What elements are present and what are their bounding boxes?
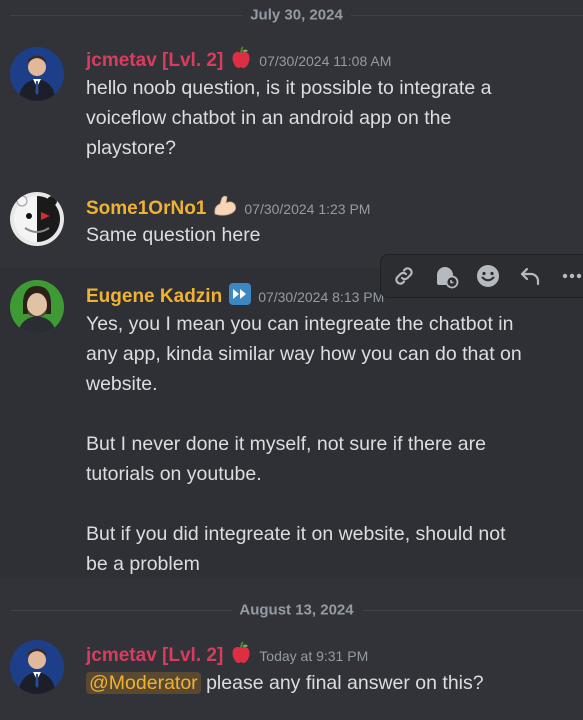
message-line: any app, kinda similar way how you can d… xyxy=(86,343,522,365)
message-line: Same question here xyxy=(86,224,261,246)
apple-icon xyxy=(229,641,253,670)
date-divider-label: July 30, 2024 xyxy=(242,6,351,24)
fast-forward-icon xyxy=(228,282,252,311)
username[interactable]: Eugene Kadzin xyxy=(86,286,222,308)
avatar[interactable] xyxy=(10,192,64,246)
message-line: be a problem xyxy=(86,553,200,575)
timestamp: 07/30/2024 11:08 AM xyxy=(259,52,392,69)
message-content: hello noob question, is it possible to i… xyxy=(86,73,553,163)
message-line: website. xyxy=(86,373,158,395)
emoji-icon[interactable] xyxy=(473,261,503,291)
message[interactable]: Eugene Kadzin 07/30/2024 8:13 PM Yes, yo… xyxy=(0,268,583,578)
message-header: Some1OrNo1 07/30/2024 1:23 PM xyxy=(86,194,370,223)
date-divider: August 13, 2024 xyxy=(10,601,583,619)
message-text: please any final answer on this? xyxy=(200,672,484,694)
avatar[interactable] xyxy=(10,280,64,334)
link-icon[interactable] xyxy=(389,261,419,291)
message-content: Same question here xyxy=(86,220,553,250)
thread-icon[interactable] xyxy=(431,261,461,291)
timestamp: Today at 9:31 PM xyxy=(259,647,369,664)
username[interactable]: Some1OrNo1 xyxy=(86,198,206,220)
message-line: voiceflow chatbot in an android app on t… xyxy=(86,107,452,129)
message-line: playstore? xyxy=(86,137,176,159)
timestamp: 07/30/2024 8:13 PM xyxy=(258,288,385,305)
message[interactable]: jcmetav [Lvl. 2] 07/30/2024 11:08 AM hel… xyxy=(0,30,583,180)
date-divider-label: August 13, 2024 xyxy=(231,601,362,619)
username[interactable]: jcmetav [Lvl. 2] xyxy=(86,50,223,72)
username[interactable]: jcmetav [Lvl. 2] xyxy=(86,645,223,667)
message-content: Yes, you I mean you can integreate the c… xyxy=(86,309,553,579)
message-line: Yes, you I mean you can integreate the c… xyxy=(86,313,514,335)
chat-window: July 30, 2024 jcmetav [Lvl. 2] 07/30/202… xyxy=(0,0,583,720)
avatar[interactable] xyxy=(10,640,64,694)
message-content: @Moderator please any final answer on th… xyxy=(86,668,553,698)
message-line: But I never done it myself, not sure if … xyxy=(86,433,486,455)
message[interactable]: jcmetav [Lvl. 2] Today at 9:31 PM @Moder… xyxy=(0,625,583,720)
message-actions-toolbar xyxy=(380,254,583,298)
reply-icon[interactable] xyxy=(515,261,545,291)
message-line: hello noob question, is it possible to i… xyxy=(86,77,492,99)
apple-icon xyxy=(229,46,253,75)
moderator-mention[interactable]: @Moderator xyxy=(86,672,201,694)
message-header: Eugene Kadzin 07/30/2024 8:13 PM xyxy=(86,282,384,311)
date-divider: July 30, 2024 xyxy=(10,6,583,24)
timestamp: 07/30/2024 1:23 PM xyxy=(244,200,371,217)
avatar[interactable] xyxy=(10,47,64,101)
more-icon[interactable] xyxy=(557,261,583,291)
flexed-bicep-icon xyxy=(212,194,238,223)
message-line: But if you did integreate it on website,… xyxy=(86,523,506,545)
message-line: tutorials on youtube. xyxy=(86,463,262,485)
message-header: jcmetav [Lvl. 2] 07/30/2024 11:08 AM xyxy=(86,46,391,75)
message-header: jcmetav [Lvl. 2] Today at 9:31 PM xyxy=(86,641,368,670)
